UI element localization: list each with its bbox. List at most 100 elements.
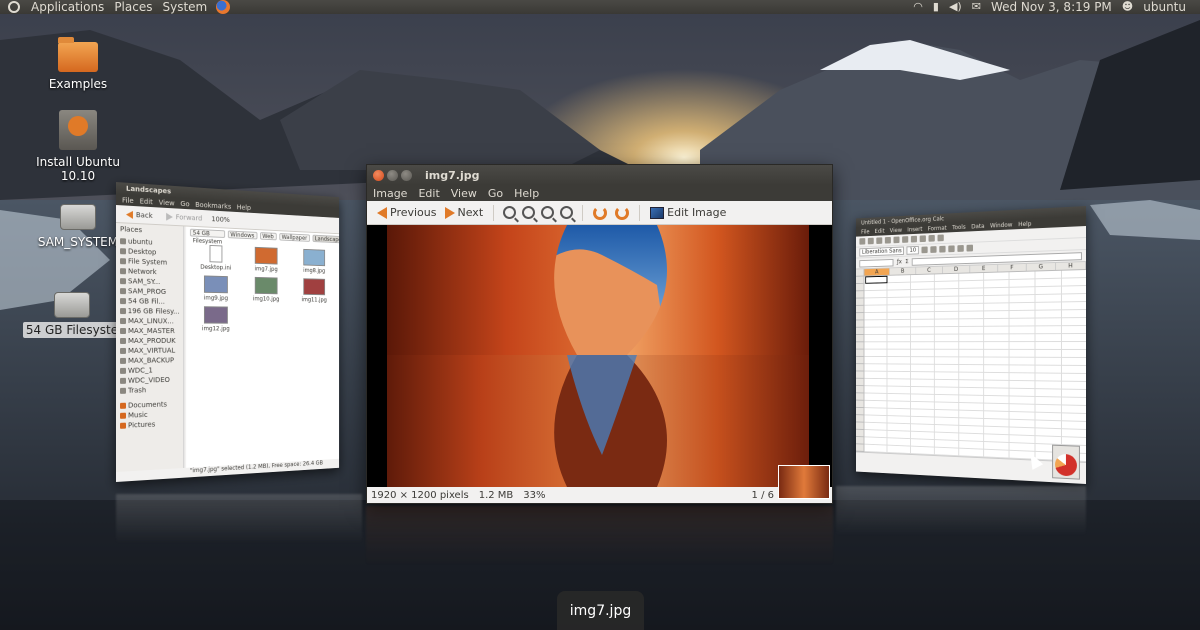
minimize-button[interactable] bbox=[387, 169, 398, 181]
applications-menu[interactable]: Applications bbox=[26, 0, 109, 14]
sidebar-item[interactable]: MAX_MASTER bbox=[120, 326, 180, 336]
back-button[interactable]: Back bbox=[122, 210, 156, 220]
open-icon[interactable] bbox=[867, 237, 874, 245]
ubuntu-logo-icon[interactable] bbox=[8, 1, 20, 13]
column-header[interactable]: E bbox=[970, 264, 999, 273]
sort-icon[interactable] bbox=[928, 234, 935, 242]
desktop-icon-install-ubuntu[interactable]: Install Ubuntu 10.10 bbox=[14, 110, 142, 184]
clock[interactable]: Wed Nov 3, 8:19 PM bbox=[991, 0, 1112, 14]
sidebar-item[interactable]: MAX_PRODUK bbox=[120, 336, 180, 346]
sidebar-item[interactable]: MAX_VIRTUAL bbox=[120, 346, 180, 356]
cell-area[interactable] bbox=[856, 270, 1086, 462]
function-wizard-icon[interactable]: ƒx bbox=[897, 259, 902, 266]
image-viewer-window[interactable]: img7.jpg Image Edit View Go Help Previou… bbox=[366, 164, 833, 504]
close-button[interactable] bbox=[373, 169, 384, 181]
image-viewer-titlebar[interactable]: img7.jpg bbox=[367, 165, 832, 185]
menu-view[interactable]: View bbox=[451, 187, 477, 200]
system-menu[interactable]: System bbox=[157, 0, 212, 14]
selected-cell[interactable] bbox=[865, 275, 888, 284]
align-right-icon[interactable] bbox=[966, 244, 974, 252]
path-button[interactable]: Windows bbox=[227, 230, 258, 240]
desktop-icon-sam-system[interactable]: SAM_SYSTEM bbox=[30, 204, 126, 250]
menu-data[interactable]: Data bbox=[971, 223, 984, 230]
previous-button[interactable]: Previous bbox=[373, 206, 441, 219]
menu-window[interactable]: Window bbox=[990, 221, 1012, 229]
font-size-select[interactable]: 10 bbox=[906, 245, 919, 255]
menu-file[interactable]: File bbox=[861, 228, 869, 235]
desktop-icon-examples[interactable]: Examples bbox=[40, 37, 116, 92]
forward-button[interactable]: Forward bbox=[162, 212, 206, 222]
maximize-button[interactable] bbox=[401, 169, 412, 181]
menu-help[interactable]: Help bbox=[1018, 220, 1031, 227]
next-button[interactable]: Next bbox=[441, 206, 488, 219]
file-item[interactable]: Desktop.ini bbox=[192, 244, 240, 272]
menu-help[interactable]: Help bbox=[237, 203, 251, 211]
rotate-left-icon[interactable] bbox=[593, 205, 608, 220]
column-header[interactable]: G bbox=[1026, 262, 1057, 271]
undo-icon[interactable] bbox=[910, 235, 918, 243]
menu-insert[interactable]: Insert bbox=[907, 226, 922, 233]
file-item[interactable]: img11.jpg bbox=[292, 278, 336, 304]
sidebar-item[interactable]: MAX_BACKUP bbox=[120, 355, 180, 365]
image-thumbnail[interactable] bbox=[778, 465, 830, 499]
path-button[interactable]: Web bbox=[259, 232, 277, 241]
underline-icon[interactable] bbox=[939, 245, 946, 253]
column-header[interactable]: F bbox=[998, 263, 1027, 272]
menu-file[interactable]: File bbox=[122, 196, 134, 205]
user-icon[interactable]: ☻ bbox=[1122, 0, 1133, 14]
menu-help[interactable]: Help bbox=[514, 187, 539, 200]
file-item[interactable]: img8.jpg bbox=[292, 248, 336, 274]
column-header[interactable]: C bbox=[916, 266, 943, 275]
path-button[interactable]: 54 GB Filesystem bbox=[189, 228, 225, 245]
zoom-out-icon[interactable] bbox=[522, 206, 536, 219]
spreadsheet-window[interactable]: Untitled 1 - OpenOffice.org Calc File Ed… bbox=[856, 206, 1086, 484]
corner-cell[interactable] bbox=[856, 269, 865, 276]
zoom-normal-icon[interactable] bbox=[541, 206, 555, 219]
menu-image[interactable]: Image bbox=[373, 187, 407, 200]
redo-icon[interactable] bbox=[919, 235, 926, 243]
column-header[interactable]: A bbox=[864, 268, 891, 276]
sidebar-item[interactable]: MAX_LINUX... bbox=[120, 316, 180, 326]
menu-edit[interactable]: Edit bbox=[875, 228, 885, 235]
desktop-icon-54gb-filesystem[interactable]: 54 GB Filesyste bbox=[22, 292, 122, 338]
file-item[interactable]: img10.jpg bbox=[243, 276, 289, 303]
italic-icon[interactable] bbox=[930, 246, 937, 253]
edit-image-button[interactable]: Edit Image bbox=[646, 206, 730, 219]
new-icon[interactable] bbox=[859, 238, 866, 245]
print-icon[interactable] bbox=[884, 236, 891, 244]
align-center-icon[interactable] bbox=[957, 244, 964, 252]
menu-view[interactable]: View bbox=[159, 198, 175, 207]
font-name-select[interactable]: Liberation Sans bbox=[859, 246, 905, 257]
menu-go[interactable]: Go bbox=[180, 200, 189, 208]
menu-format[interactable]: Format bbox=[928, 224, 947, 232]
path-button-current[interactable]: Landscapes bbox=[312, 234, 340, 244]
menu-bookmarks[interactable]: Bookmarks bbox=[195, 200, 231, 210]
sum-icon[interactable]: Σ bbox=[905, 258, 908, 265]
menu-edit[interactable]: Edit bbox=[140, 197, 153, 206]
menu-edit[interactable]: Edit bbox=[418, 187, 439, 200]
save-icon[interactable] bbox=[876, 237, 883, 244]
file-item[interactable]: img12.jpg bbox=[192, 306, 240, 332]
file-item[interactable]: img9.jpg bbox=[192, 275, 240, 302]
network-icon[interactable]: ◠ bbox=[913, 0, 923, 14]
sidebar-item[interactable]: 196 GB Filesy... bbox=[120, 306, 180, 317]
column-header[interactable]: H bbox=[1056, 262, 1086, 270]
volume-icon[interactable]: ◀) bbox=[949, 0, 962, 14]
spreadsheet-grid[interactable]: ABCDEFGH bbox=[856, 262, 1086, 462]
user-menu[interactable]: ubuntu bbox=[1143, 0, 1186, 14]
paste-icon[interactable] bbox=[902, 236, 909, 243]
chart-icon[interactable] bbox=[937, 234, 944, 242]
file-item[interactable]: img7.jpg bbox=[243, 246, 289, 273]
menu-go[interactable]: Go bbox=[488, 187, 503, 200]
sidebar-bookmark[interactable]: Pictures bbox=[120, 419, 180, 431]
file-view[interactable]: 54 GB Filesystem Windows Web Wallpaper L… bbox=[186, 226, 340, 468]
copy-icon[interactable] bbox=[893, 236, 900, 244]
column-header[interactable]: B bbox=[890, 267, 917, 275]
path-button[interactable]: Wallpaper bbox=[278, 233, 310, 242]
name-box[interactable] bbox=[859, 258, 894, 268]
zoom-level[interactable]: 100% bbox=[212, 215, 230, 224]
column-header[interactable]: D bbox=[942, 265, 971, 274]
zoom-fit-icon[interactable] bbox=[560, 206, 574, 219]
zoom-in-icon[interactable] bbox=[503, 206, 517, 219]
align-left-icon[interactable] bbox=[948, 245, 955, 253]
